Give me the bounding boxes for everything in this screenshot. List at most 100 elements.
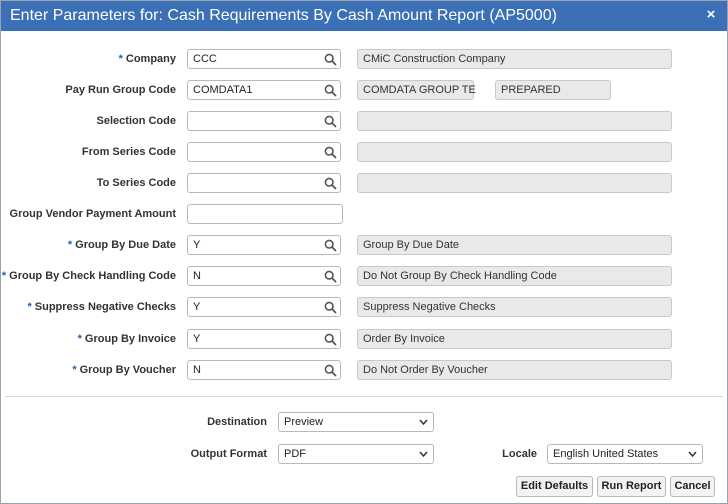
param-row-group-by-invoice: * Group By Invoice Y Order By Invoice (1, 329, 727, 351)
destination-label: Destination (207, 416, 267, 428)
group-by-invoice-input[interactable]: Y (187, 329, 341, 349)
group-by-voucher-input[interactable]: N (187, 360, 341, 380)
param-label-text: Group Vendor Payment Amount (9, 208, 176, 220)
chevron-down-icon (419, 451, 428, 458)
selection-code-input[interactable] (187, 111, 341, 131)
dialog-title: Enter Parameters for: Cash Requirements … (10, 7, 557, 24)
group-by-check-handling-description: Do Not Group By Check Handling Code (357, 266, 672, 286)
description-text: Order By Invoice (363, 333, 445, 345)
run-report-button[interactable]: Run Report (597, 476, 666, 497)
group-by-check-handling-value: N (193, 270, 201, 282)
required-marker: * (118, 53, 123, 65)
param-row-selection-code: Selection Code (1, 111, 727, 133)
section-divider (5, 396, 723, 397)
magnifier-icon[interactable] (324, 270, 337, 283)
to-series-description (357, 173, 672, 193)
output-format-select[interactable]: PDF (278, 444, 434, 464)
group-by-due-date-description: Group By Due Date (357, 235, 672, 255)
group-vendor-payment-input[interactable] (187, 204, 343, 224)
param-row-from-series: From Series Code (1, 142, 727, 164)
required-marker: * (72, 364, 77, 376)
from-series-input[interactable] (187, 142, 341, 162)
param-label-text: Group By Voucher (79, 364, 176, 376)
pay-run-group-description: COMDATA GROUP TE (357, 80, 476, 100)
company-description: CMiC Construction Company (357, 49, 672, 69)
edit-defaults-button[interactable]: Edit Defaults (516, 476, 593, 497)
group-by-invoice-value: Y (193, 333, 201, 345)
param-row-to-series: To Series Code (1, 173, 727, 195)
param-label-text: Suppress Negative Checks (34, 301, 176, 313)
param-label: * Company (119, 53, 176, 65)
status-text: PREPARED (501, 84, 561, 96)
output-format-label: Output Format (190, 448, 267, 460)
param-row-group-vendor-payment: Group Vendor Payment Amount (1, 204, 727, 226)
description-text: COMDATA GROUP TE (363, 84, 476, 96)
magnifier-icon[interactable] (324, 364, 337, 377)
param-label: * Group By Voucher (72, 364, 176, 376)
magnifier-icon[interactable] (324, 301, 337, 314)
param-label-text: To Series Code (96, 177, 176, 189)
magnifier-icon[interactable] (324, 115, 337, 128)
description-text: Do Not Group By Check Handling Code (363, 270, 557, 282)
param-row-group-by-due-date: * Group By Due Date Y Group By Due Date (1, 235, 727, 257)
param-label-text: Pay Run Group Code (65, 84, 176, 96)
parameters-dialog: Enter Parameters for: Cash Requirements … (0, 0, 728, 504)
chevron-down-icon (688, 451, 697, 458)
required-marker: * (67, 239, 73, 251)
param-row-group-by-check-handling: * Group By Check Handling Code N Do Not G… (1, 266, 727, 288)
param-label-text: From Series Code (81, 146, 176, 158)
param-label: Selection Code (97, 115, 176, 127)
description-text: Group By Due Date (363, 239, 459, 251)
dialog-titlebar: Enter Parameters for: Cash Requirements … (1, 1, 727, 31)
param-row-company: * Company CCC CMiC Construction Company (1, 49, 727, 71)
param-label-text: Group By Invoice (84, 333, 176, 345)
required-marker: * (1, 270, 7, 282)
output-format-value: PDF (284, 448, 306, 460)
param-label-text: Group By Check Handling Code (9, 270, 176, 282)
param-row-suppress-negative: * Suppress Negative Checks Y Suppress Neg… (1, 297, 727, 319)
locale-select[interactable]: English United States (547, 444, 703, 464)
chevron-down-icon (419, 419, 428, 426)
param-label: * Group By Due Date (68, 239, 176, 251)
selection-code-description (357, 111, 672, 131)
description-text: Suppress Negative Checks (363, 301, 496, 313)
required-marker: * (27, 301, 32, 313)
param-label: * Suppress Negative Checks (27, 301, 176, 313)
company-input[interactable]: CCC (187, 49, 341, 69)
param-label-text: Selection Code (96, 115, 176, 127)
description-text: Do Not Order By Voucher (363, 364, 488, 376)
magnifier-icon[interactable] (324, 84, 337, 97)
group-by-check-handling-input[interactable]: N (187, 266, 341, 286)
destination-value: Preview (284, 416, 324, 428)
suppress-negative-description: Suppress Negative Checks (357, 297, 672, 317)
pay-run-group-input[interactable]: COMDATA1 (187, 80, 341, 100)
param-label: Group Vendor Payment Amount (10, 208, 176, 220)
param-row-pay-run-group: Pay Run Group Code COMDATA1 COMDATA GROU… (1, 80, 727, 102)
magnifier-icon[interactable] (324, 177, 337, 190)
param-label: * Group By Invoice (78, 333, 176, 345)
param-row-group-by-voucher: * Group By Voucher N Do Not Order By Vouc… (1, 360, 727, 382)
group-by-invoice-description: Order By Invoice (357, 329, 672, 349)
to-series-input[interactable] (187, 173, 341, 193)
param-label-text: Group By Due Date (75, 239, 176, 251)
param-label-text: Company (125, 53, 176, 65)
company-value: CCC (193, 53, 217, 65)
suppress-negative-input[interactable]: Y (187, 297, 341, 317)
group-by-due-date-input[interactable]: Y (187, 235, 341, 255)
group-by-due-date-value: Y (193, 239, 201, 251)
pay-run-group-status: PREPARED (495, 80, 611, 100)
from-series-description (357, 142, 672, 162)
group-by-voucher-value: N (193, 364, 201, 376)
group-by-voucher-description: Do Not Order By Voucher (357, 360, 672, 380)
param-label: Pay Run Group Code (65, 84, 176, 96)
required-marker: * (77, 333, 82, 345)
magnifier-icon[interactable] (324, 333, 337, 346)
locale-value: English United States (553, 448, 659, 460)
magnifier-icon[interactable] (324, 146, 337, 159)
suppress-negative-value: Y (193, 301, 201, 313)
destination-select[interactable]: Preview (278, 412, 434, 432)
close-icon[interactable]: × (703, 6, 719, 24)
cancel-button[interactable]: Cancel (670, 476, 715, 497)
magnifier-icon[interactable] (324, 239, 337, 252)
magnifier-icon[interactable] (324, 53, 337, 66)
